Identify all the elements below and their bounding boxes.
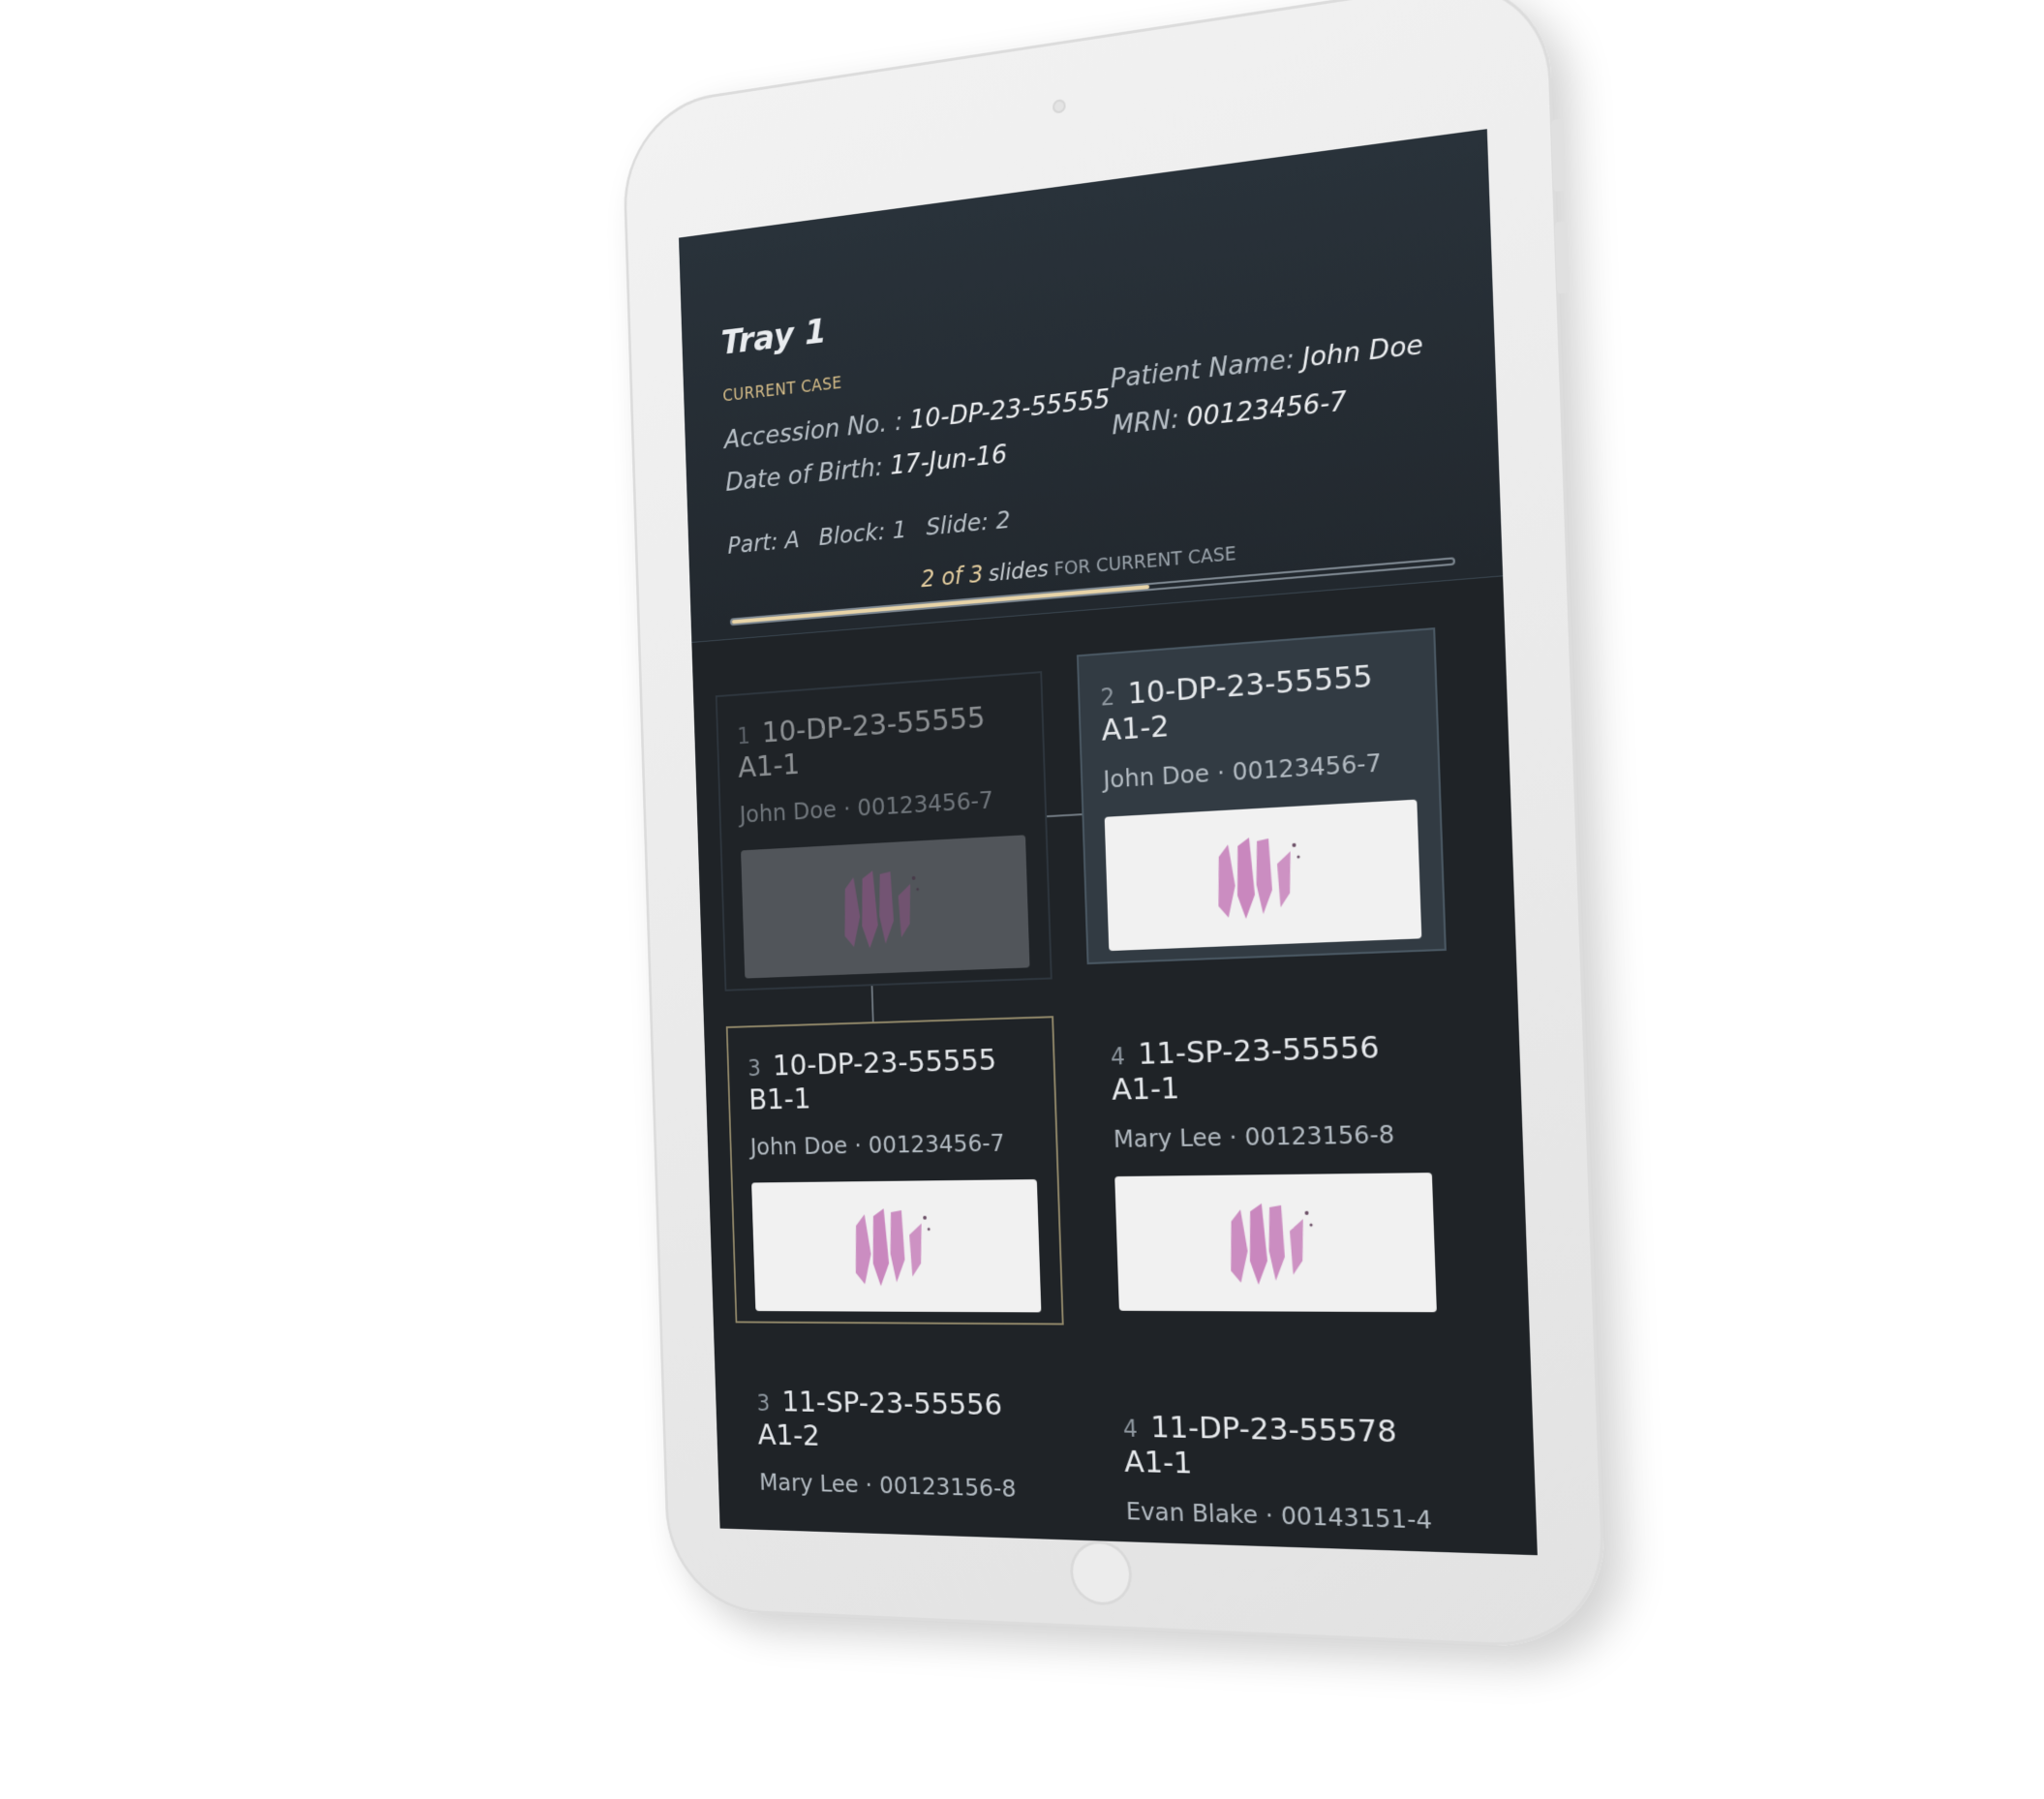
tissue-slide-thumbnail-icon [839,1197,949,1296]
slide-number: 1 [736,722,751,750]
progress-slides-word: slides [988,556,1050,588]
card-connector [1047,813,1084,818]
mrn-field: MRN: 00123456-7 [1112,386,1347,442]
slide-patient-info: John Doe · 00123456-7 [739,785,994,829]
slide-number: 3 [756,1389,771,1417]
slide-patient-info: John Doe · 00123456-7 [1102,747,1383,794]
block-label: Block: 1 [818,515,907,551]
volume-up-button[interactable] [1550,118,1567,193]
mrn-label: MRN: [1111,404,1180,442]
slide-patient-info: Mary Lee · 00123156-8 [1113,1119,1395,1153]
slide-card[interactable]: 1 10-DP-23-55555 A1-1 John Doe · 00123456… [715,671,1053,991]
progress-suffix: FOR CURRENT CASE [1053,542,1237,581]
app-screen: Tray 1 CURRENT CASE Accession No. :10-DP… [679,129,1538,1556]
slide-patient-info: John Doe · 00123456-7 [749,1128,1006,1161]
slide-patient-info: Evan Blake · 00143151-4 [1125,1496,1433,1535]
tissue-slide-thumbnail-icon [1201,822,1321,930]
tray-title: Tray 1 [720,312,828,363]
slide-thumbnail[interactable] [1114,1173,1437,1313]
slide-card[interactable]: 4 11-SP-23-55556 A1-1 Mary Lee · 00123156… [1088,1003,1459,1327]
slide-number: 3 [747,1054,762,1082]
current-case-label: CURRENT CASE [722,374,842,407]
slide-accession: 10-DP-23-55555 B1-1 [747,1042,997,1117]
tablet-device: Tray 1 CURRENT CASE Accession No. :10-DP… [621,0,1608,1651]
slide-number: 2 [1100,683,1115,712]
slide-thumbnail[interactable] [751,1179,1042,1313]
volume-down-button[interactable] [1554,221,1571,294]
dob-value: 17-Jun-16 [889,439,1008,481]
slide-card[interactable]: 3 10-DP-23-55555 B1-1 John Doe · 00123456… [725,1016,1064,1326]
patient-name-value: John Doe [1301,329,1424,375]
slide-accession: 11-SP-23-55556 A1-2 [757,1385,1003,1453]
slide-patient-info: Mary Lee · 00123156-8 [758,1468,1017,1503]
patient-name-label: Patient Name: [1110,344,1296,395]
slide-accession: 10-DP-23-55555 A1-1 [737,700,987,785]
slide-thumbnail[interactable] [1104,799,1422,952]
slide-card-active[interactable]: 2 10-DP-23-55555 A1-2 John Doe · 00123456… [1076,627,1447,965]
tissue-slide-thumbnail-icon [829,856,938,959]
tissue-slide-thumbnail-icon [1213,1191,1333,1295]
accession-value: 10-DP-23-55555 [909,383,1112,436]
slide-label: Slide: 2 [925,504,1011,541]
slide-card[interactable]: 4 11-DP-23-55578 A1-1 Evan Blake · 001431… [1101,1386,1473,1555]
card-connector [870,986,874,1024]
dob-label: Date of Birth: [724,452,884,498]
slide-number: 4 [1110,1043,1126,1071]
accession-label: Accession No. : [723,407,903,455]
slide-card[interactable]: 3 11-SP-23-55556 A1-2 Mary Lee · 00123156… [737,1362,1076,1556]
slide-location: Part: A Block: 1 Slide: 2 [727,504,1023,560]
slide-accession: 11-SP-23-55556 A1-1 [1111,1029,1381,1108]
slide-thumbnail[interactable] [741,835,1030,979]
slide-number: 4 [1122,1415,1139,1443]
patient-name-field: Patient Name: John Doe [1110,329,1423,394]
slide-accession: 10-DP-23-55555 A1-2 [1101,658,1374,748]
slide-accession: 11-DP-23-55578 A1-1 [1123,1409,1398,1481]
mrn-value: 00123456-7 [1186,385,1348,434]
progress-count: 2 of 3 [920,561,984,594]
part-label: Part: A [727,525,801,560]
